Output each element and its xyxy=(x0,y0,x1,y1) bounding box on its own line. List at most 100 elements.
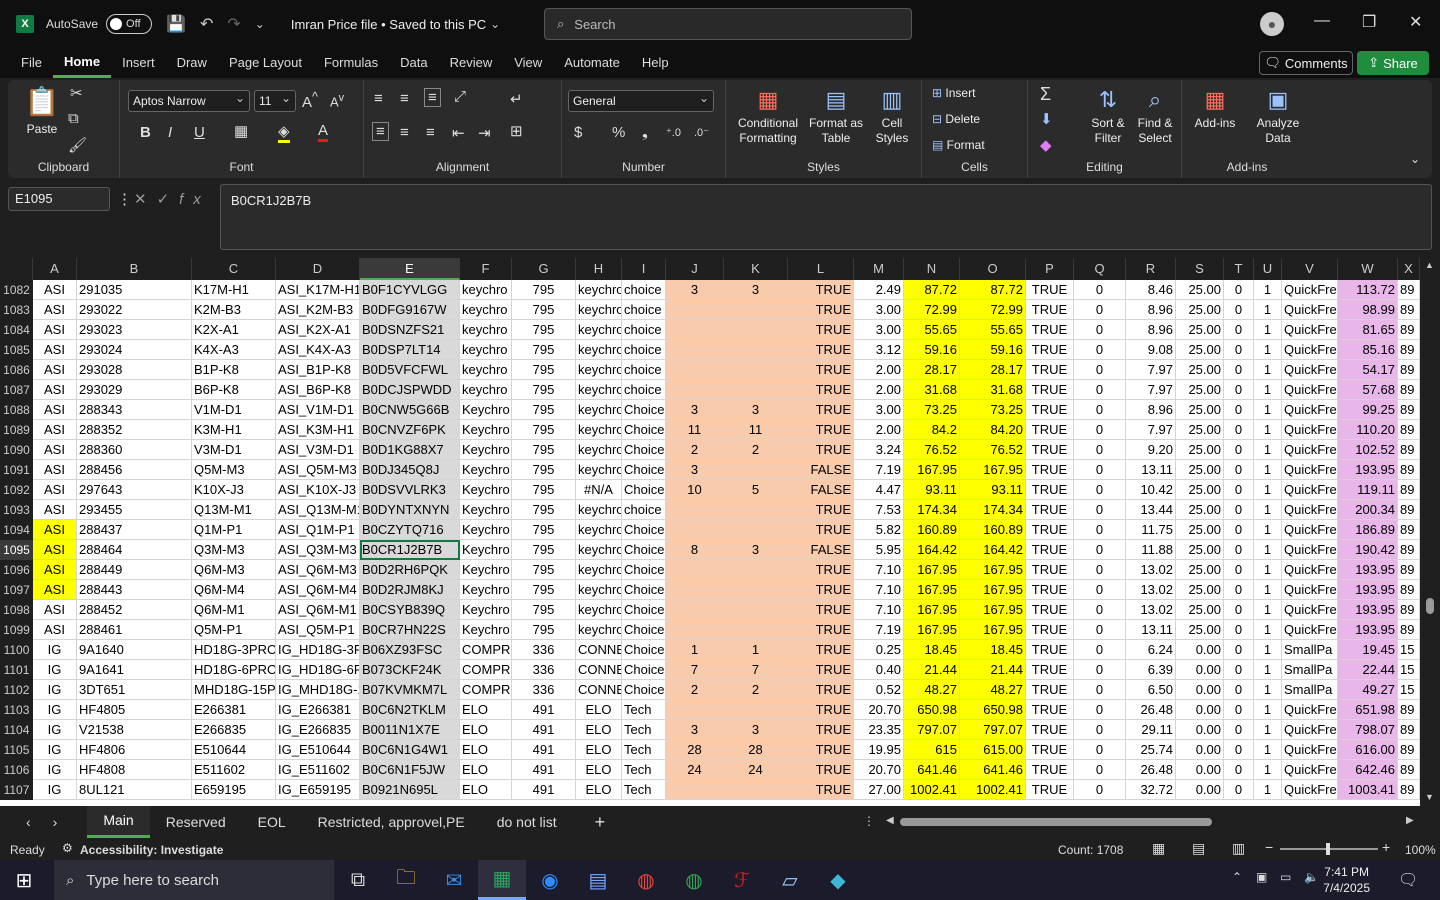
cell-e[interactable]: B0DFG9167W xyxy=(360,300,460,320)
cell-u[interactable]: 1 xyxy=(1254,460,1282,480)
cell-h[interactable]: keychro xyxy=(576,520,622,540)
cell-f[interactable]: COMPRE xyxy=(460,680,512,700)
cell-n[interactable]: 59.16 xyxy=(904,340,960,360)
cell-b[interactable]: 288437 xyxy=(77,520,192,540)
cell-f[interactable]: ELO xyxy=(460,700,512,720)
cell-h[interactable]: keychro xyxy=(576,440,622,460)
cell-a[interactable]: ASI xyxy=(33,440,77,460)
cell-o[interactable]: 59.16 xyxy=(960,340,1026,360)
align-left-icon[interactable]: ≡ xyxy=(372,122,389,141)
cell-a[interactable]: ASI xyxy=(33,540,77,560)
cell-m[interactable]: 7.10 xyxy=(854,600,904,620)
cell-t[interactable]: 0 xyxy=(1224,300,1254,320)
percent-icon[interactable]: % xyxy=(612,124,625,141)
cell-u[interactable]: 1 xyxy=(1254,620,1282,640)
cell-e[interactable]: B0CSYB839Q xyxy=(360,600,460,620)
column-header-d[interactable]: D xyxy=(276,258,360,280)
cell-p[interactable]: TRUE xyxy=(1026,280,1074,300)
cell-o[interactable]: 55.65 xyxy=(960,320,1026,340)
cell-x[interactable]: 89 xyxy=(1398,720,1420,740)
cell-p[interactable]: TRUE xyxy=(1026,580,1074,600)
tab-help[interactable]: Help xyxy=(631,48,680,78)
cell-o[interactable]: 1002.41 xyxy=(960,780,1026,800)
cell-k[interactable]: 1 xyxy=(724,640,788,660)
cell-p[interactable]: TRUE xyxy=(1026,700,1074,720)
cell-c[interactable]: K17M-H1 xyxy=(192,280,276,300)
cell-f[interactable]: Keychro xyxy=(460,420,512,440)
column-header-w[interactable]: W xyxy=(1338,258,1398,280)
cell-j[interactable] xyxy=(666,360,724,380)
cell-v[interactable]: QuickFre xyxy=(1282,460,1338,480)
tab-review[interactable]: Review xyxy=(439,48,504,78)
cell-r[interactable]: 9.20 xyxy=(1126,440,1176,460)
format-painter-icon[interactable]: 🖌 xyxy=(68,136,87,154)
cell-r[interactable]: 11.75 xyxy=(1126,520,1176,540)
cell-m[interactable]: 2.00 xyxy=(854,360,904,380)
column-header-h[interactable]: H xyxy=(576,258,622,280)
cell-r[interactable]: 8.46 xyxy=(1126,280,1176,300)
cell-w[interactable]: 81.65 xyxy=(1338,320,1398,340)
cell-a[interactable]: ASI xyxy=(33,520,77,540)
cell-h[interactable]: ELO xyxy=(576,700,622,720)
undo-icon[interactable]: ↶ xyxy=(200,14,213,34)
cell-i[interactable]: Choice xyxy=(622,440,666,460)
cell-r[interactable]: 8.96 xyxy=(1126,400,1176,420)
cell-s[interactable]: 25.00 xyxy=(1176,520,1224,540)
cell-e[interactable]: B0CNW5G66B xyxy=(360,400,460,420)
cell-l[interactable]: TRUE xyxy=(788,740,854,760)
cell-q[interactable]: 0 xyxy=(1074,540,1126,560)
cell-a[interactable]: ASI xyxy=(33,600,77,620)
cell-t[interactable]: 0 xyxy=(1224,480,1254,500)
cell-c[interactable]: Q13M-M1 xyxy=(192,500,276,520)
cell-v[interactable]: QuickFre xyxy=(1282,560,1338,580)
cell-b[interactable]: 288461 xyxy=(77,620,192,640)
paste-button[interactable]: 📋 Paste xyxy=(22,84,62,137)
cell-f[interactable]: keychro xyxy=(460,340,512,360)
cell-i[interactable]: Choice xyxy=(622,420,666,440)
accessibility-icon[interactable]: ⚙ xyxy=(62,841,73,855)
cell-v[interactable]: QuickFre xyxy=(1282,780,1338,800)
row-header[interactable]: 1088 xyxy=(0,400,33,420)
cell-u[interactable]: 1 xyxy=(1254,500,1282,520)
cell-s[interactable]: 25.00 xyxy=(1176,620,1224,640)
cell-u[interactable]: 1 xyxy=(1254,600,1282,620)
cell-u[interactable]: 1 xyxy=(1254,560,1282,580)
cell-p[interactable]: TRUE xyxy=(1026,360,1074,380)
cell-r[interactable]: 13.02 xyxy=(1126,560,1176,580)
cell-n[interactable]: 641.46 xyxy=(904,760,960,780)
cell-o[interactable]: 76.52 xyxy=(960,440,1026,460)
cell-n[interactable]: 167.95 xyxy=(904,580,960,600)
cell-p[interactable]: TRUE xyxy=(1026,420,1074,440)
cell-n[interactable]: 87.72 xyxy=(904,280,960,300)
cell-q[interactable]: 0 xyxy=(1074,440,1126,460)
format-as-table-button[interactable]: ▤ Format as Table xyxy=(808,86,864,146)
cell-a[interactable]: ASI xyxy=(33,580,77,600)
cell-n[interactable]: 1002.41 xyxy=(904,780,960,800)
cell-d[interactable]: ASI_K17M-H1 xyxy=(276,280,360,300)
cell-o[interactable]: 167.95 xyxy=(960,460,1026,480)
cell-d[interactable]: ASI_B6P-K8 xyxy=(276,380,360,400)
cell-q[interactable]: 0 xyxy=(1074,520,1126,540)
wrap-text-icon[interactable]: ↵ xyxy=(510,90,523,108)
cell-g[interactable]: 336 xyxy=(512,680,576,700)
cell-l[interactable]: TRUE xyxy=(788,580,854,600)
cell-b[interactable]: 288352 xyxy=(77,420,192,440)
cell-q[interactable]: 0 xyxy=(1074,280,1126,300)
scroll-right-icon[interactable]: ▶ xyxy=(1406,815,1414,826)
cell-p[interactable]: TRUE xyxy=(1026,760,1074,780)
cell-i[interactable]: Choice xyxy=(622,460,666,480)
cell-w[interactable]: 642.46 xyxy=(1338,760,1398,780)
cell-h[interactable]: keychro xyxy=(576,560,622,580)
cell-x[interactable]: 89 xyxy=(1398,620,1420,640)
cell-d[interactable]: IG_E266381 xyxy=(276,700,360,720)
cell-m[interactable]: 2.49 xyxy=(854,280,904,300)
cell-l[interactable]: TRUE xyxy=(788,300,854,320)
cell-m[interactable]: 0.40 xyxy=(854,660,904,680)
cell-u[interactable]: 1 xyxy=(1254,740,1282,760)
cell-d[interactable]: IG_E659195 xyxy=(276,780,360,800)
cell-c[interactable]: Q1M-P1 xyxy=(192,520,276,540)
cell-x[interactable]: 89 xyxy=(1398,340,1420,360)
cell-e[interactable]: B0D1KG88X7 xyxy=(360,440,460,460)
horizontal-scroll-thumb[interactable] xyxy=(900,818,1212,826)
decrease-decimal-icon[interactable]: .0⁻ xyxy=(694,126,709,139)
